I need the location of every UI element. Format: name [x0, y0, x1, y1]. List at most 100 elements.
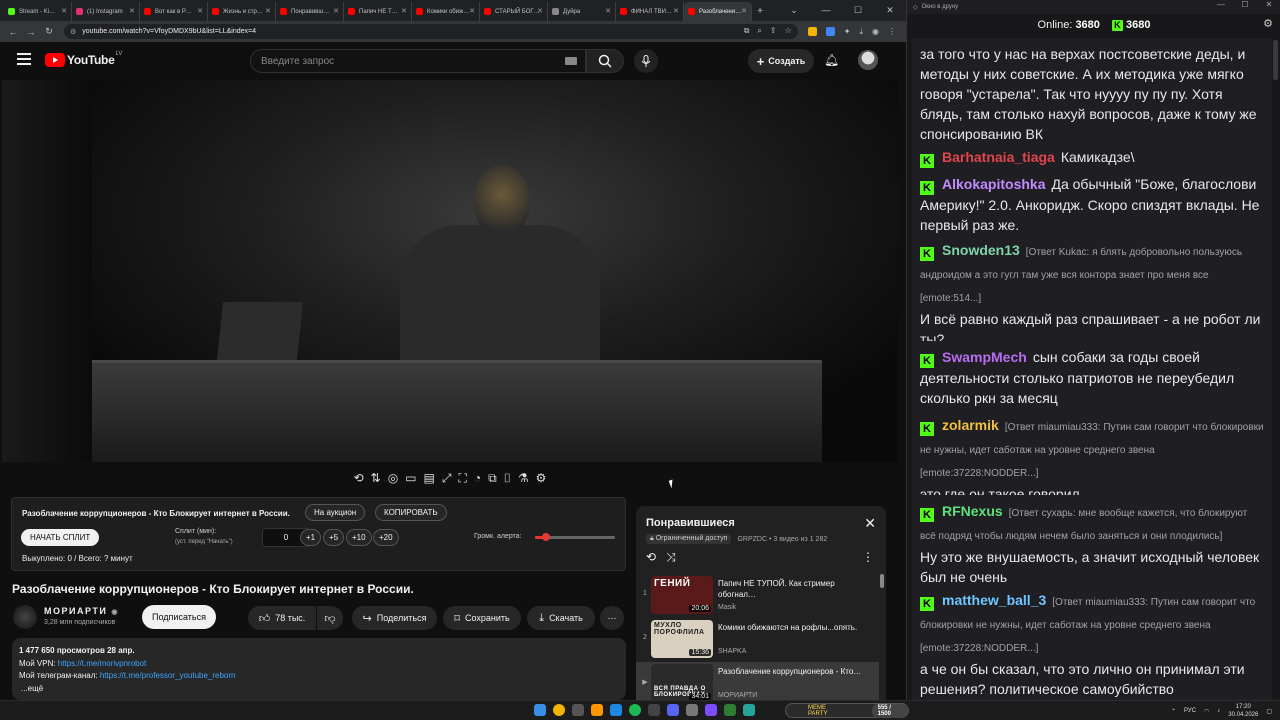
language-indicator[interactable]: РУС [1184, 708, 1196, 714]
app-icon[interactable] [648, 704, 660, 716]
playlist-item[interactable]: ▶ ВСЯ ПРАВДА О БЛОКИРОВКАХ 34:01 Разобла… [636, 662, 879, 700]
tab-close-icon[interactable]: ✕ [673, 7, 679, 15]
flask-icon[interactable]: ⚗ [518, 471, 529, 485]
browser-tab[interactable]: Stream - Ki… ✕ [4, 2, 72, 21]
chat-minimize-button[interactable]: — [1209, 0, 1233, 9]
chat-close-button[interactable]: ✕ [1257, 0, 1280, 9]
browser-tab[interactable]: Жизнь и стр… ✕ [208, 2, 276, 21]
app-icon[interactable] [686, 704, 698, 716]
chat-username[interactable]: zolarmik [942, 417, 999, 433]
extension-icon[interactable] [825, 27, 835, 36]
video-player[interactable] [2, 80, 898, 462]
increment-20-button[interactable]: +20 [373, 529, 399, 546]
network-icon[interactable]: ◠ [1204, 708, 1209, 715]
close-icon[interactable]: ✕ [864, 515, 876, 532]
app-icon[interactable] [724, 704, 736, 716]
tab-close-icon[interactable]: ✕ [741, 7, 747, 15]
browser-tab[interactable]: ФИНАЛ ТВИ… ✕ [616, 2, 684, 21]
auction-button[interactable]: На аукцион [305, 504, 366, 521]
tab-search-icon[interactable]: ⌄ [778, 0, 810, 20]
tab-close-icon[interactable]: ✕ [129, 7, 135, 15]
channel-avatar[interactable] [13, 605, 37, 629]
increment-5-button[interactable]: +5 [323, 529, 345, 546]
discord-icon[interactable] [667, 704, 679, 716]
vpn-link[interactable]: https://t.me/morivpnrobot [58, 659, 146, 668]
chat-username[interactable]: matthew_ball_3 [942, 592, 1046, 608]
notifications-bell-icon[interactable]: 🔔︎ [824, 53, 839, 67]
downloads-icon[interactable]: ⤓ [859, 27, 863, 37]
alert-volume-slider[interactable] [535, 533, 615, 541]
install-icon[interactable]: ⧉ [744, 26, 750, 36]
share-icon[interactable]: ⇪ [770, 26, 777, 36]
browser-tab[interactable]: Вот как в Р… ✕ [140, 2, 208, 21]
meme-party-widget[interactable]: MEME PARTY 555 / 1500 [785, 703, 909, 718]
tab-close-icon[interactable]: ✕ [61, 7, 67, 15]
video-description[interactable]: 1 477 650 просмотров 28 апр. Мой VPN: ht… [12, 638, 626, 700]
voice-search-button[interactable] [634, 49, 658, 73]
playlist-thumbnail[interactable]: ВСЯ ПРАВДА О БЛОКИРОВКАХ 34:01 [651, 664, 713, 700]
tab-close-icon[interactable]: ✕ [537, 7, 543, 15]
user-avatar[interactable] [858, 50, 878, 70]
playlist-item[interactable]: 1 ГЕНИЙ 20:06 Папич НЕ ТУПОЙ. Как стриме… [636, 574, 879, 618]
bookmark-star-icon[interactable]: ☆ [785, 26, 792, 36]
shuffle-icon[interactable]: ⤨ [666, 550, 676, 565]
start-split-button[interactable]: НАЧАТЬ СПЛИТ [21, 529, 100, 546]
film-icon[interactable]: ▤ [424, 471, 435, 485]
forward-button[interactable]: → [24, 27, 38, 37]
share-button[interactable]: ↪ Поделиться [352, 606, 437, 630]
like-button[interactable]: 👍︎ 78 тыс. [248, 606, 316, 630]
chat-username[interactable]: SwampMech [942, 349, 1027, 365]
keyboard-icon[interactable] [565, 57, 577, 65]
chat-scrollbar[interactable] [1273, 40, 1278, 690]
chat-username[interactable]: RFNexus [942, 503, 1003, 519]
zoom-icon[interactable]: ⌕ [757, 26, 761, 36]
gear-icon[interactable]: ⚙ [536, 471, 547, 485]
browser-tab[interactable]: Понравивш… ✕ [276, 2, 344, 21]
playlist-more-icon[interactable]: ⋮ [862, 550, 874, 564]
tray-chevron-icon[interactable]: ⌃ [1171, 708, 1176, 715]
browser-tab[interactable]: Комики обиж… ✕ [412, 2, 480, 21]
playlist-item[interactable]: 2 МУХЛО ПОРОФЛИЛА 15:36 Комики обижаются… [636, 618, 879, 662]
extension-icon[interactable] [807, 27, 817, 36]
tab-close-icon[interactable]: ✕ [333, 7, 339, 15]
screenshot-icon[interactable]: ⌷ [504, 471, 511, 486]
cinema-icon[interactable]: ▭ [405, 471, 416, 485]
tab-close-icon[interactable]: ✕ [197, 7, 203, 15]
playlist-scrollbar[interactable] [880, 574, 884, 588]
volume-slider-knob[interactable] [542, 533, 551, 541]
volume-icon[interactable]: ♪ [1217, 708, 1220, 714]
browser-tab[interactable]: Разоблачени… ✕ [684, 2, 752, 21]
browser-tab[interactable]: Папич НЕ Т… ✕ [344, 2, 412, 21]
menu-burger-icon[interactable] [17, 53, 31, 65]
copy-button[interactable]: КОПИРОВАТЬ [375, 504, 447, 521]
subscribe-button[interactable]: Подписаться [142, 605, 216, 629]
new-tab-button[interactable]: + [752, 2, 768, 21]
tab-close-icon[interactable]: ✕ [469, 7, 475, 15]
spotify-icon[interactable] [629, 704, 641, 716]
playlist-title[interactable]: Понравившиеся [646, 517, 735, 529]
download-button[interactable]: ⤓ Скачать [527, 606, 595, 630]
address-bar[interactable]: ⚙ youtube.com/watch?v=VfoyDMDX9bU&list=L… [64, 24, 798, 39]
extensions-puzzle-icon[interactable]: ✦ [844, 27, 851, 36]
chat-settings-icon[interactable]: ⚙ [1263, 17, 1273, 30]
notifications-icon[interactable]: ▢ [1266, 708, 1272, 715]
audio-icon[interactable]: ◎ [388, 471, 398, 485]
maximize-button[interactable]: ☐ [842, 0, 874, 20]
tab-close-icon[interactable]: ✕ [265, 7, 271, 15]
browser-tab[interactable]: СТАРЫЙ БОГ… ✕ [480, 2, 548, 21]
app-icon[interactable] [705, 704, 717, 716]
fullscreen-icon[interactable]: ⛶ [458, 471, 466, 486]
resize-icon[interactable]: ⤢ [442, 471, 452, 486]
loop-icon[interactable]: ⟲ [354, 471, 364, 485]
speed-icon[interactable]: ◔ [474, 471, 481, 485]
steam-icon[interactable] [610, 704, 622, 716]
playlist-thumbnail[interactable]: МУХЛО ПОРОФЛИЛА 15:36 [651, 620, 713, 658]
site-info-icon[interactable]: ⚙ [70, 28, 76, 36]
increment-10-button[interactable]: +10 [346, 529, 372, 546]
close-button[interactable]: ✕ [874, 0, 906, 20]
more-actions-button[interactable]: ⋯ [600, 606, 624, 630]
browser-tab[interactable]: Дуйра ✕ [548, 2, 616, 21]
repeat-icon[interactable]: ⟲ [646, 550, 656, 565]
app-icon[interactable] [591, 704, 603, 716]
save-button[interactable]: ⌑ Сохранить [443, 606, 521, 630]
